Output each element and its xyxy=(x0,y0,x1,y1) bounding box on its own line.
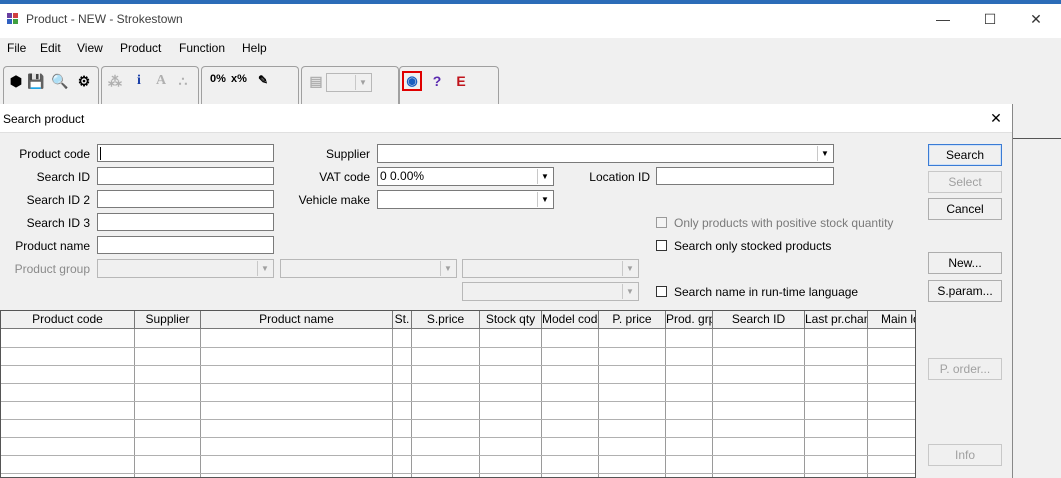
toolbar: ⬢ 💾 🔍 ⚙ ⁂ i A ∴ 0% x% ✎ ▤ ▼ ◉ ? E xyxy=(0,58,1061,107)
sparam-button[interactable]: S.param... xyxy=(928,280,1002,302)
toolbar-group-help: ◉ ? E xyxy=(399,66,499,107)
app-icon xyxy=(7,13,18,24)
stack-icon: ▤ xyxy=(309,73,323,89)
col-stock-qty[interactable]: Stock qty xyxy=(480,311,542,329)
cancel-button[interactable]: Cancel xyxy=(928,198,1002,220)
new-button[interactable]: New... xyxy=(928,252,1002,274)
positive-stock-label: Only products with positive stock quanti… xyxy=(674,216,894,230)
product-group-combo-4: ▼ xyxy=(462,282,639,301)
info-icon[interactable]: i xyxy=(130,73,148,89)
help-icon[interactable]: ? xyxy=(428,73,446,89)
runtime-language-checkbox[interactable] xyxy=(656,286,667,297)
people-icon: ⁂ xyxy=(108,73,122,89)
vat-code-label: VAT code xyxy=(319,170,370,184)
dialog-title: Search product xyxy=(3,112,85,126)
col-model-code[interactable]: Model code xyxy=(542,311,599,329)
menu-function[interactable]: Function xyxy=(179,41,225,55)
stocked-only-label: Search only stocked products xyxy=(674,239,832,253)
table-row[interactable] xyxy=(1,347,915,348)
menu-product[interactable]: Product xyxy=(120,41,161,55)
font-icon: A xyxy=(155,73,167,88)
toolbar-combo: ▼ xyxy=(326,73,372,92)
table-row[interactable] xyxy=(1,365,915,366)
product-group-combo-3: ▼ xyxy=(462,259,639,278)
menu-view[interactable]: View xyxy=(77,41,103,55)
e-icon[interactable]: E xyxy=(452,73,470,89)
toolbar-group-file: ⬢ 💾 🔍 ⚙ xyxy=(3,66,99,107)
toolbar-group-vat: 0% x% ✎ xyxy=(201,66,299,107)
product-group-combo-1: ▼ xyxy=(97,259,274,278)
col-last-price-change[interactable]: Last pr.change xyxy=(805,311,868,329)
col-s-price[interactable]: S.price xyxy=(412,311,480,329)
col-product-name[interactable]: Product name xyxy=(201,311,393,329)
window-close-button[interactable]: ✕ xyxy=(1013,8,1059,30)
search-id3-label: Search ID 3 xyxy=(26,216,90,230)
window-titlebar: Product - NEW - Strokestown — ☐ ✕ xyxy=(0,4,1061,34)
table-row[interactable] xyxy=(1,455,915,456)
toolbar-group-combo: ▤ ▼ xyxy=(301,66,399,107)
porder-button: P. order... xyxy=(928,358,1002,380)
search-button[interactable]: Search xyxy=(928,144,1002,166)
table-row[interactable] xyxy=(1,383,915,384)
product-code-input[interactable] xyxy=(97,144,274,162)
menu-help[interactable]: Help xyxy=(242,41,267,55)
search-id2-label: Search ID 2 xyxy=(26,193,90,207)
menu-edit[interactable]: Edit xyxy=(40,41,61,55)
product-group-combo-2: ▼ xyxy=(280,259,457,278)
col-prod-grp[interactable]: Prod. grp xyxy=(666,311,713,329)
menu-file[interactable]: File xyxy=(7,41,26,55)
vat-code-combo[interactable]: 0 0.00% ▼ xyxy=(377,167,554,186)
tax-icon[interactable]: ✎ xyxy=(254,73,272,87)
supplier-combo[interactable]: ▼ xyxy=(377,144,834,163)
col-status[interactable]: St. xyxy=(393,311,412,329)
runtime-language-label: Search name in run-time language xyxy=(674,285,859,299)
globe-icon[interactable]: ◉ xyxy=(402,71,422,91)
col-search-id[interactable]: Search ID xyxy=(713,311,805,329)
stocked-only-checkbox[interactable] xyxy=(656,240,667,251)
toolbar-group-info: ⁂ i A ∴ xyxy=(101,66,199,107)
product-code-label: Product code xyxy=(19,147,90,161)
col-supplier[interactable]: Supplier xyxy=(135,311,201,329)
vehicle-make-label: Vehicle make xyxy=(298,193,370,207)
dots-icon: ∴ xyxy=(178,73,188,89)
positive-stock-checkbox xyxy=(656,217,667,228)
search-id-input[interactable] xyxy=(97,167,274,185)
results-grid[interactable]: Product code Supplier Product name St. S… xyxy=(0,310,916,478)
vehicle-make-combo[interactable]: ▼ xyxy=(377,190,554,209)
minimize-button[interactable]: — xyxy=(920,8,966,30)
x-percent-icon[interactable]: x% xyxy=(229,73,249,85)
window-title: Product - NEW - Strokestown xyxy=(26,12,183,26)
gear-delete-icon[interactable]: ⚙ xyxy=(75,73,93,90)
dialog-titlebar: Search product ✕ xyxy=(0,104,1012,133)
dialog-close-button[interactable]: ✕ xyxy=(988,110,1004,127)
main-window-background xyxy=(1012,104,1061,478)
maximize-button[interactable]: ☐ xyxy=(967,8,1013,30)
select-button: Select xyxy=(928,171,1002,193)
divider xyxy=(1012,138,1061,139)
location-id-input[interactable] xyxy=(656,167,834,185)
table-row[interactable] xyxy=(1,401,915,402)
search-id2-input[interactable] xyxy=(97,190,274,208)
product-group-label: Product group xyxy=(14,262,90,276)
search-id-label: Search ID xyxy=(36,170,90,184)
menu-bar: File Edit View Product Function Help xyxy=(0,38,1061,58)
percent-icon[interactable]: 0% xyxy=(207,73,229,85)
search-product-dialog: Search product ✕ Product code Search ID … xyxy=(0,104,1013,478)
col-p-price[interactable]: P. price xyxy=(599,311,666,329)
col-main-location[interactable]: Main lo xyxy=(868,311,915,329)
location-id-label: Location ID xyxy=(589,170,650,184)
search-id3-input[interactable] xyxy=(97,213,274,231)
table-row[interactable] xyxy=(1,437,915,438)
save-icon[interactable]: 💾 xyxy=(27,73,45,90)
table-row[interactable] xyxy=(1,419,915,420)
col-product-code[interactable]: Product code xyxy=(1,311,135,329)
supplier-label: Supplier xyxy=(325,147,370,161)
product-name-input[interactable] xyxy=(97,236,274,254)
vat-code-value: 0 0.00% xyxy=(380,169,425,183)
hexagon-icon[interactable]: ⬢ xyxy=(7,73,25,90)
info-button: Info xyxy=(928,444,1002,466)
table-row[interactable] xyxy=(1,473,915,474)
product-name-label: Product name xyxy=(15,239,90,253)
binoculars-icon[interactable]: 🔍 xyxy=(51,73,69,90)
